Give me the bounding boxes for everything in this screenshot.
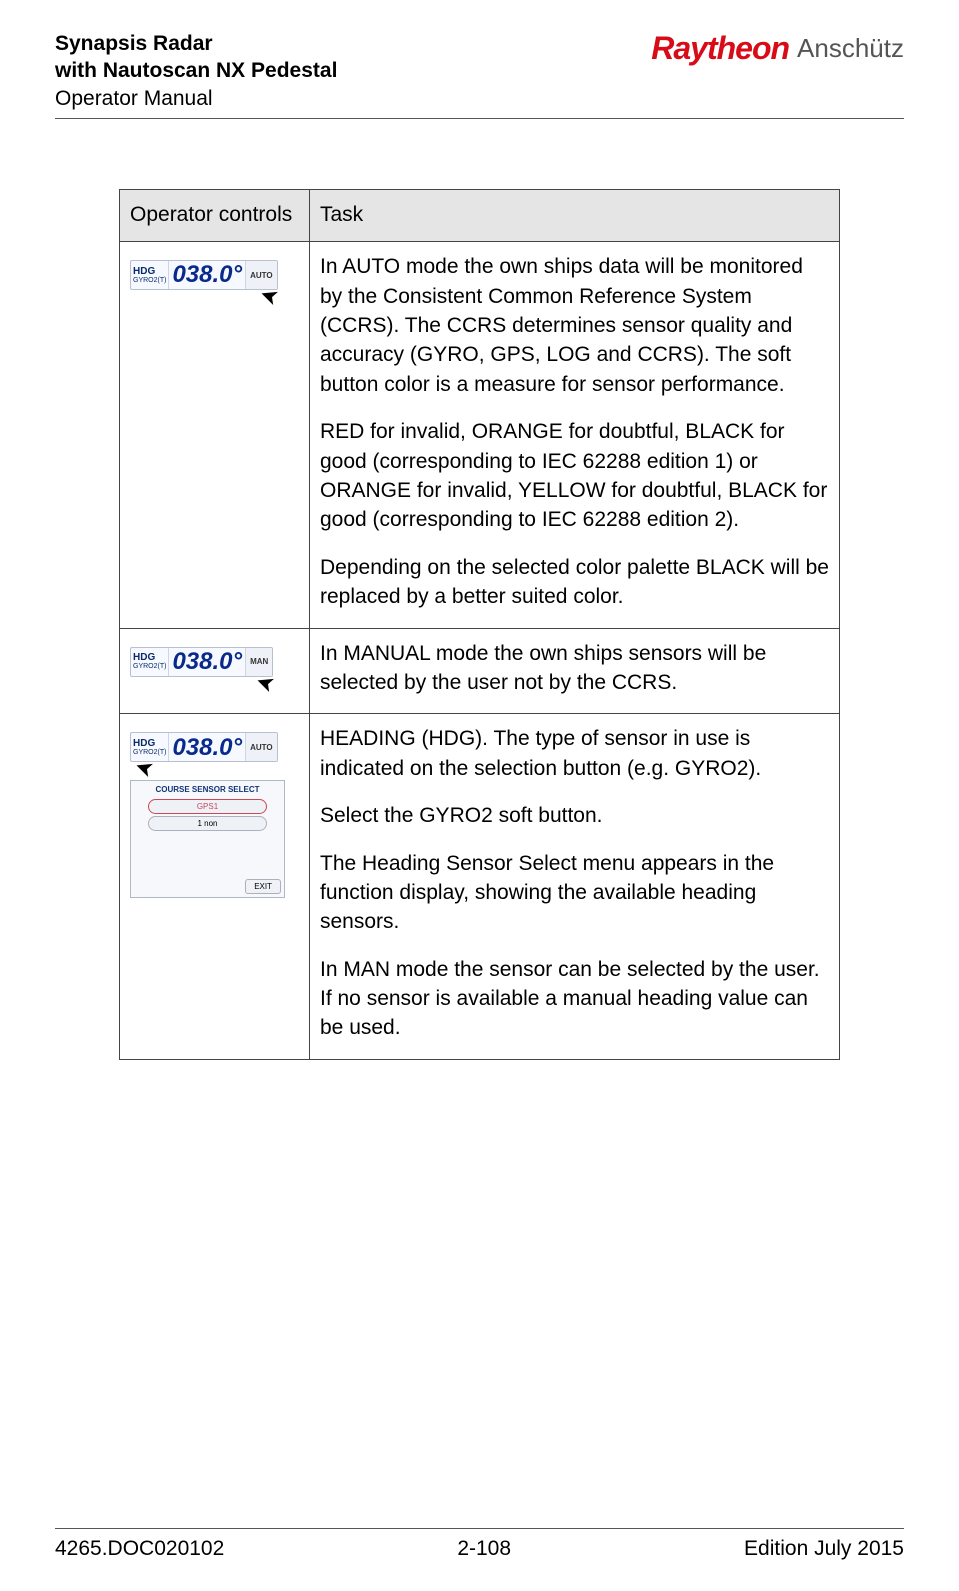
table-header-task: Task	[310, 189, 840, 241]
heading-value: 038.0°	[169, 648, 245, 676]
exit-button[interactable]: EXIT	[245, 879, 281, 894]
gyro-source-label: GYRO2(T)	[133, 663, 166, 670]
page-number: 2-108	[457, 1537, 511, 1561]
task-cell: HEADING (HDG). The type of sensor in use…	[310, 714, 840, 1060]
task-paragraph: RED for invalid, ORANGE for doubtful, BL…	[320, 417, 829, 535]
hdg-label: HDG	[133, 267, 166, 277]
table-row: HDG GYRO2(T) ➤ 038.0° AUTO COURSE SENSOR…	[120, 714, 840, 1060]
doc-id: 4265.DOC020102	[55, 1537, 224, 1561]
manual-subtitle: Operator Manual	[55, 85, 337, 112]
heading-value: 038.0°	[169, 733, 245, 761]
hdg-label: HDG	[133, 739, 166, 749]
mode-soft-button[interactable]: AUTO	[245, 733, 277, 761]
task-paragraph: In AUTO mode the own ships data will be …	[320, 252, 829, 399]
task-paragraph: In MANUAL mode the own ships sensors wil…	[320, 639, 829, 698]
operator-controls-table: Operator controls Task HDG GYRO2(T) 038.…	[119, 189, 840, 1060]
gyro-source-label: GYRO2(T)	[133, 277, 166, 284]
heading-value: 038.0°	[169, 261, 245, 289]
hdg-label: HDG	[133, 653, 166, 663]
hdg-display-widget[interactable]: HDG GYRO2(T) ➤ 038.0° AUTO	[130, 732, 278, 762]
controls-cell: HDG GYRO2(T) 038.0° AUTO ➤	[120, 242, 310, 628]
task-cell: In AUTO mode the own ships data will be …	[310, 242, 840, 628]
task-paragraph: Select the GYRO2 soft button.	[320, 801, 829, 830]
product-title-line1: Synapsis Radar	[55, 30, 337, 57]
table-header-controls: Operator controls	[120, 189, 310, 241]
anschutz-logo-text: Anschütz	[797, 33, 904, 64]
edition: Edition July 2015	[744, 1537, 904, 1561]
page-footer: 4265.DOC020102 2-108 Edition July 2015	[55, 1528, 904, 1561]
table-row: HDG GYRO2(T) 038.0° MAN ➤ In MANUAL mode…	[120, 628, 840, 714]
footer-separator	[55, 1528, 904, 1529]
brand-logo: Raytheon Anschütz	[651, 30, 904, 67]
doc-title-block: Synapsis Radar with Nautoscan NX Pedesta…	[55, 30, 337, 112]
task-paragraph: In MAN mode the sensor can be selected b…	[320, 955, 829, 1043]
gyro-soft-button[interactable]: HDG GYRO2(T)	[131, 261, 169, 289]
task-paragraph: The Heading Sensor Select menu appears i…	[320, 849, 829, 937]
task-cell: In MANUAL mode the own ships sensors wil…	[310, 628, 840, 714]
menu-title: COURSE SENSOR SELECT	[134, 784, 281, 795]
sensor-option[interactable]: 1 non	[148, 816, 267, 831]
controls-cell: HDG GYRO2(T) 038.0° MAN ➤	[120, 628, 310, 714]
course-sensor-select-menu: COURSE SENSOR SELECT GPS1 1 non EXIT	[130, 780, 285, 898]
gyro-source-label: GYRO2(T)	[133, 749, 166, 756]
sensor-option[interactable]: GPS1	[148, 799, 267, 814]
task-paragraph: HEADING (HDG). The type of sensor in use…	[320, 724, 829, 783]
task-paragraph: Depending on the selected color palette …	[320, 553, 829, 612]
product-title-line2: with Nautoscan NX Pedestal	[55, 57, 337, 84]
header-separator	[55, 118, 904, 119]
gyro-soft-button[interactable]: HDG GYRO2(T) ➤	[131, 733, 169, 761]
mode-soft-button[interactable]: MAN	[245, 648, 272, 676]
table-row: HDG GYRO2(T) 038.0° AUTO ➤ In AUTO mode …	[120, 242, 840, 628]
hdg-display-widget[interactable]: HDG GYRO2(T) 038.0° MAN ➤	[130, 647, 273, 677]
mode-soft-button[interactable]: AUTO	[245, 261, 277, 289]
raytheon-logo-text: Raytheon	[651, 30, 789, 67]
page-header: Synapsis Radar with Nautoscan NX Pedesta…	[55, 30, 904, 112]
controls-cell: HDG GYRO2(T) ➤ 038.0° AUTO COURSE SENSOR…	[120, 714, 310, 1060]
hdg-display-widget[interactable]: HDG GYRO2(T) 038.0° AUTO ➤	[130, 260, 278, 290]
gyro-soft-button[interactable]: HDG GYRO2(T)	[131, 648, 169, 676]
cursor-pointer-icon: ➤	[132, 755, 157, 782]
